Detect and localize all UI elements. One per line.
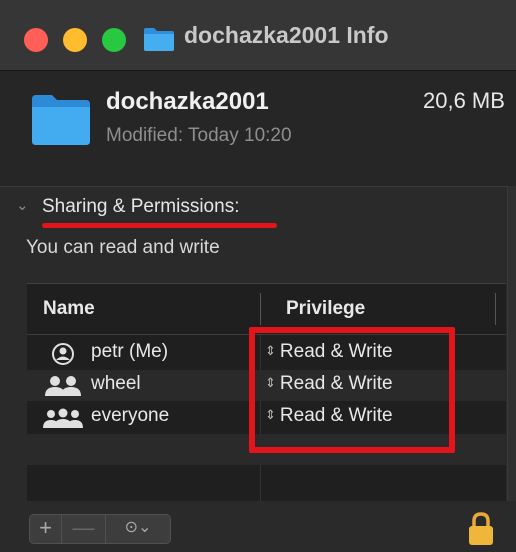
zoom-button[interactable] xyxy=(102,28,126,52)
user-name: everyone xyxy=(91,405,170,426)
add-user-button[interactable]: + xyxy=(29,514,62,544)
lock-icon[interactable] xyxy=(467,511,495,547)
file-name: dochazka2001 xyxy=(106,88,269,115)
annotation-underline xyxy=(42,223,277,228)
table-toolbar: + — ⊙⌄ xyxy=(0,501,516,552)
group-icon xyxy=(45,376,81,396)
window-title: dochazka2001 Info xyxy=(184,22,389,48)
everyone-icon xyxy=(43,408,83,428)
table-row-empty xyxy=(27,466,506,502)
file-size: 20,6 MB xyxy=(423,88,505,113)
user-name: wheel xyxy=(91,373,141,394)
info-window: dochazka2001 Info dochazka2001 20,6 MB M… xyxy=(0,0,516,552)
file-summary: dochazka2001 20,6 MB Modified: Today 10:… xyxy=(0,71,516,187)
column-divider xyxy=(495,293,496,325)
column-divider xyxy=(260,293,261,325)
single-user-icon xyxy=(52,343,74,365)
minimize-button[interactable] xyxy=(63,28,87,52)
action-menu-button[interactable]: ⊙⌄ xyxy=(106,514,171,544)
user-name: petr (Me) xyxy=(91,341,169,362)
folder-icon xyxy=(32,95,90,145)
modified-date: Modified: Today 10:20 xyxy=(106,125,292,146)
column-header-name[interactable]: Name xyxy=(43,284,95,334)
sharing-section-title[interactable]: Sharing & Permissions: xyxy=(42,196,239,218)
annotation-highlight-box xyxy=(249,327,455,453)
permission-note: You can read and write xyxy=(26,237,220,258)
chevron-down-icon[interactable]: ⌄ xyxy=(16,196,29,214)
title-bar: dochazka2001 Info xyxy=(0,0,516,71)
close-button[interactable] xyxy=(24,28,48,52)
remove-user-button[interactable]: — xyxy=(62,514,106,544)
scrollbar[interactable] xyxy=(507,186,516,552)
folder-icon xyxy=(144,28,174,51)
